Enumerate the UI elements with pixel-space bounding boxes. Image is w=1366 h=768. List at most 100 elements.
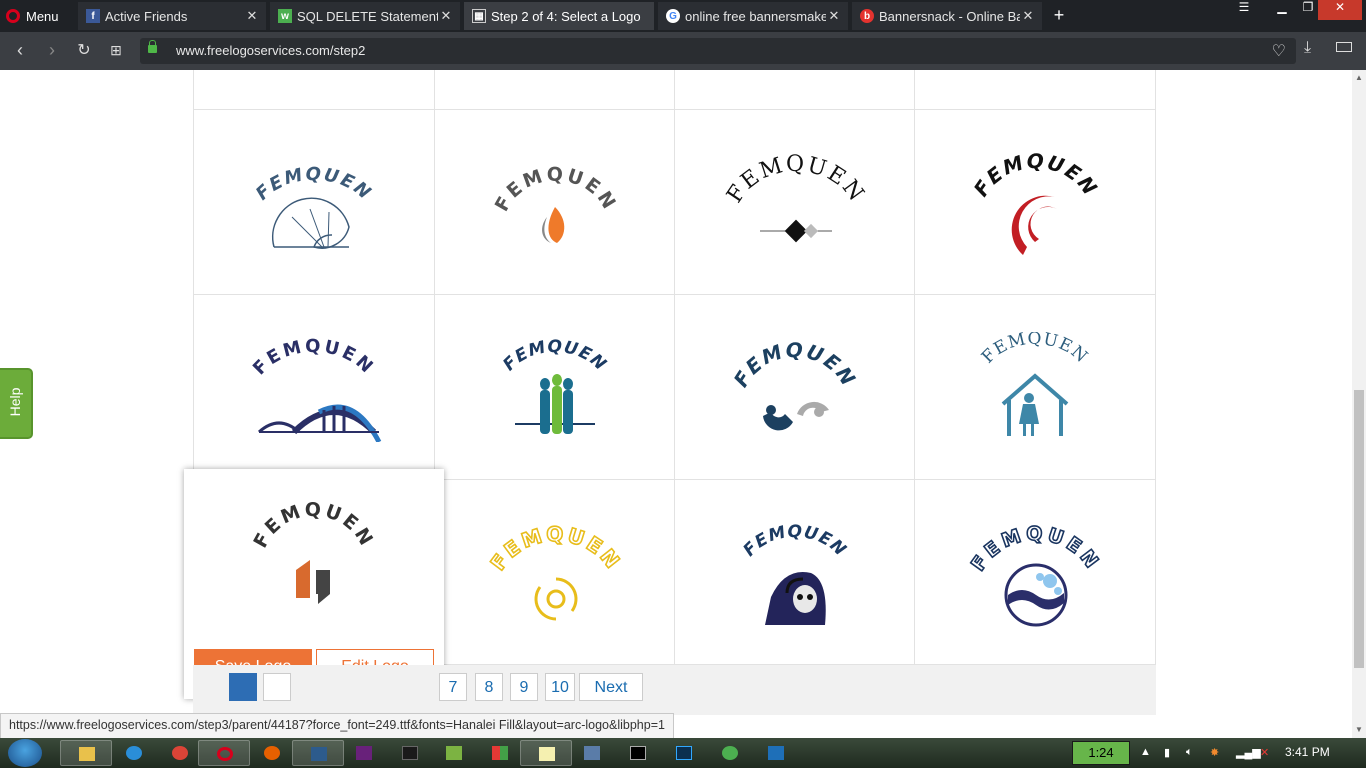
logo-cell[interactable]: FEMQUEN xyxy=(434,294,675,480)
back-icon[interactable]: ‹ xyxy=(10,40,30,61)
tab-bannersnack[interactable]: b Bannersnack - Online Banner ✕ xyxy=(852,2,1042,30)
reload-icon[interactable]: ↻ xyxy=(74,40,94,60)
taskbar-photoshop[interactable] xyxy=(658,740,710,766)
download-icon[interactable]: ⤓ xyxy=(1304,39,1311,57)
logo-hooded-skull: FEMQUEN xyxy=(739,522,849,625)
page-viewport: FEMQUEN FEMQUEN FEMQUEN FEMQUEN FEMQUEN … xyxy=(0,70,1352,738)
tab-menu-icon[interactable]: ☰ xyxy=(1224,0,1264,20)
next-page-button[interactable]: Next xyxy=(579,673,643,701)
taskbar-opera[interactable] xyxy=(198,740,250,766)
tab-sql-delete[interactable]: w SQL DELETE Statement ✕ xyxy=(270,2,460,30)
logo-bridge: FEMQUEN xyxy=(249,336,382,442)
firefox-icon xyxy=(264,746,280,760)
logo-house-maid: FEMQUEN xyxy=(978,332,1092,436)
tab-title: Step 2 of 4: Select a Logo xyxy=(491,8,641,24)
svg-text:FEMQUEN: FEMQUEN xyxy=(485,522,626,575)
logo-cell[interactable]: FEMQUEN xyxy=(914,109,1156,295)
show-hidden-icons[interactable]: ▲ xyxy=(1140,746,1151,758)
app-icon xyxy=(492,746,508,760)
taskbar-app[interactable] xyxy=(474,740,526,766)
logo-cell[interactable] xyxy=(674,70,915,110)
opera-menu-button[interactable]: Menu xyxy=(6,6,59,26)
page-number[interactable] xyxy=(263,673,291,701)
svg-text:FEMQUEN: FEMQUEN xyxy=(499,337,610,375)
logo-cell[interactable]: FEMQUEN xyxy=(674,109,915,295)
bookmark-heart-icon[interactable]: ♡ xyxy=(1272,41,1286,61)
logo-cell[interactable] xyxy=(914,70,1156,110)
start-button-icon[interactable] xyxy=(8,739,42,767)
page-number[interactable]: 8 xyxy=(475,673,503,701)
logo-abstract-swirl: FEMQUEN xyxy=(728,338,859,431)
tab-title: Bannersnack - Online Banner xyxy=(879,8,1020,24)
address-toolbar: ‹ › ↻ ⊞ www.freelogoservices.com/step2 ♡… xyxy=(0,32,1366,70)
taskbar-app[interactable] xyxy=(292,740,344,766)
svg-text:FEMQUEN: FEMQUEN xyxy=(969,149,1103,201)
browser-tab-strip: Menu f Active Friends ✕ w SQL DELETE Sta… xyxy=(0,0,1366,32)
address-field[interactable]: www.freelogoservices.com/step2 ♡ xyxy=(140,38,1296,64)
grid-icon: ▦ xyxy=(472,9,486,23)
close-tab-icon[interactable]: ✕ xyxy=(826,8,842,24)
scroll-down-icon[interactable]: ▼ xyxy=(1355,725,1363,734)
logo-diamond: FEMQUEN xyxy=(722,152,867,243)
logo-cell[interactable] xyxy=(193,70,435,110)
close-window-icon[interactable]: ✕ xyxy=(1318,0,1362,20)
firewall-icon[interactable]: ✸ xyxy=(1210,746,1219,759)
scroll-up-icon[interactable]: ▲ xyxy=(1355,73,1363,82)
taskbar-notepad[interactable] xyxy=(520,740,572,766)
close-tab-icon[interactable]: ✕ xyxy=(1020,8,1036,24)
tab-title: SQL DELETE Statement xyxy=(297,8,438,24)
scrollbar-thumb[interactable] xyxy=(1354,390,1364,668)
new-tab-button[interactable]: + xyxy=(1050,5,1068,26)
tab-active-friends[interactable]: f Active Friends ✕ xyxy=(78,2,266,30)
page-number[interactable]: 10 xyxy=(545,673,575,701)
link-status-bar: https://www.freelogoservices.com/step3/p… xyxy=(0,713,674,738)
logo-cell[interactable]: FEMQUEN xyxy=(193,109,435,295)
volume-icon[interactable]: 🔈︎ xyxy=(1186,746,1193,759)
help-tab-button[interactable]: Help xyxy=(0,368,33,439)
opera-icon xyxy=(217,747,233,761)
close-tab-icon[interactable]: ✕ xyxy=(438,8,454,24)
page-number[interactable]: 9 xyxy=(510,673,538,701)
app-icon xyxy=(584,746,600,760)
taskbar-app[interactable] xyxy=(704,740,756,766)
battery-icon[interactable]: ▮ xyxy=(1164,746,1170,759)
logo-cell[interactable]: FEMQUEN xyxy=(914,294,1156,480)
app-icon xyxy=(126,746,142,760)
logo-cell[interactable]: FEMQUEN xyxy=(674,294,915,480)
taskbar-visual-studio[interactable] xyxy=(338,740,390,766)
page-number-current[interactable] xyxy=(229,673,257,701)
system-clock[interactable]: 3:41 PM xyxy=(1285,745,1330,759)
taskbar-cmd[interactable] xyxy=(612,740,664,766)
folder-icon xyxy=(79,747,95,761)
network-error-icon[interactable]: ✕ xyxy=(1260,746,1269,759)
logo-cell[interactable] xyxy=(434,70,675,110)
windows-taskbar: 1:24 ▲ ▮ 🔈︎ ✸ ▂▄▆ ✕ 3:41 PM xyxy=(0,738,1366,768)
logo-cell[interactable]: FEMQUEN xyxy=(434,479,675,665)
logo-preview-image[interactable]: FEMQUEN xyxy=(184,469,444,636)
tab-select-logo[interactable]: ▦ Step 2 of 4: Select a Logo xyxy=(464,2,654,30)
taskbar-app[interactable] xyxy=(750,740,802,766)
forward-icon[interactable]: › xyxy=(42,40,62,61)
logo-cell[interactable]: FEMQUEN xyxy=(193,294,435,480)
speed-dial-icon[interactable]: ⊞ xyxy=(106,42,126,59)
taskbar-firefox[interactable] xyxy=(246,740,298,766)
tab-google-search[interactable]: G online free bannersmakers ✕ xyxy=(658,2,848,30)
logo-flame: FEMQUEN xyxy=(490,164,618,243)
signal-icon[interactable]: ▂▄▆ xyxy=(1236,746,1261,759)
logo-cell[interactable]: FEMQUEN xyxy=(674,479,915,665)
logo-cell[interactable]: FEMQUEN xyxy=(914,479,1156,665)
taskbar-android-studio[interactable] xyxy=(428,740,480,766)
svg-text:FEMQUEN: FEMQUEN xyxy=(978,332,1092,368)
battery-saver-icon[interactable] xyxy=(1336,42,1352,52)
page-number[interactable]: 7 xyxy=(439,673,467,701)
taskbar-app[interactable] xyxy=(108,740,160,766)
close-tab-icon[interactable]: ✕ xyxy=(244,8,260,24)
logo-spiral-shell: FEMQUEN xyxy=(252,164,374,249)
taskbar-explorer[interactable] xyxy=(60,740,112,766)
menu-label: Menu xyxy=(26,8,59,24)
logo-cell[interactable]: FEMQUEN xyxy=(434,109,675,295)
logo-yellow-sun: FEMQUEN xyxy=(484,521,626,621)
timer-widget[interactable]: 1:24 xyxy=(1072,741,1130,765)
taskbar-app[interactable] xyxy=(566,740,618,766)
command-prompt-icon xyxy=(630,746,646,760)
